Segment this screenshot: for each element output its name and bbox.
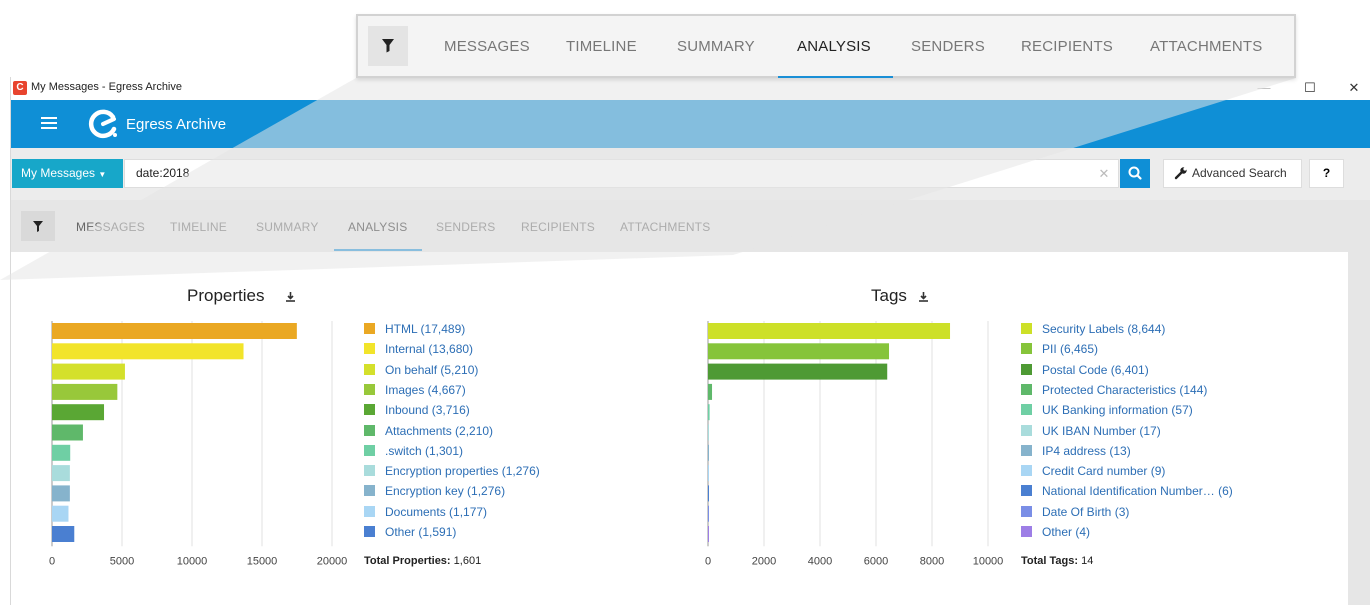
tab-messages[interactable]: MESSAGES	[444, 38, 530, 55]
tab-analysis[interactable]: ANALYSIS	[797, 38, 871, 55]
filter-button[interactable]	[368, 26, 408, 66]
zoomed-tab-bar: MESSAGES TIMELINE SUMMARY ANALYSIS SENDE…	[356, 14, 1296, 78]
tab-senders[interactable]: SENDERS	[911, 38, 985, 55]
tab-recipients[interactable]: RECIPIENTS	[1021, 38, 1113, 55]
tab-timeline[interactable]: TIMELINE	[566, 38, 637, 55]
active-tab-indicator	[778, 76, 893, 78]
tab-summary[interactable]: SUMMARY	[677, 38, 755, 55]
zoom-callout-connector	[0, 78, 1296, 280]
tab-attachments[interactable]: ATTACHMENTS	[1150, 38, 1262, 55]
filter-icon	[382, 39, 394, 53]
screenshot-stage: C My Messages - Egress Archive — ☐ ✕ Egr…	[0, 0, 1370, 605]
